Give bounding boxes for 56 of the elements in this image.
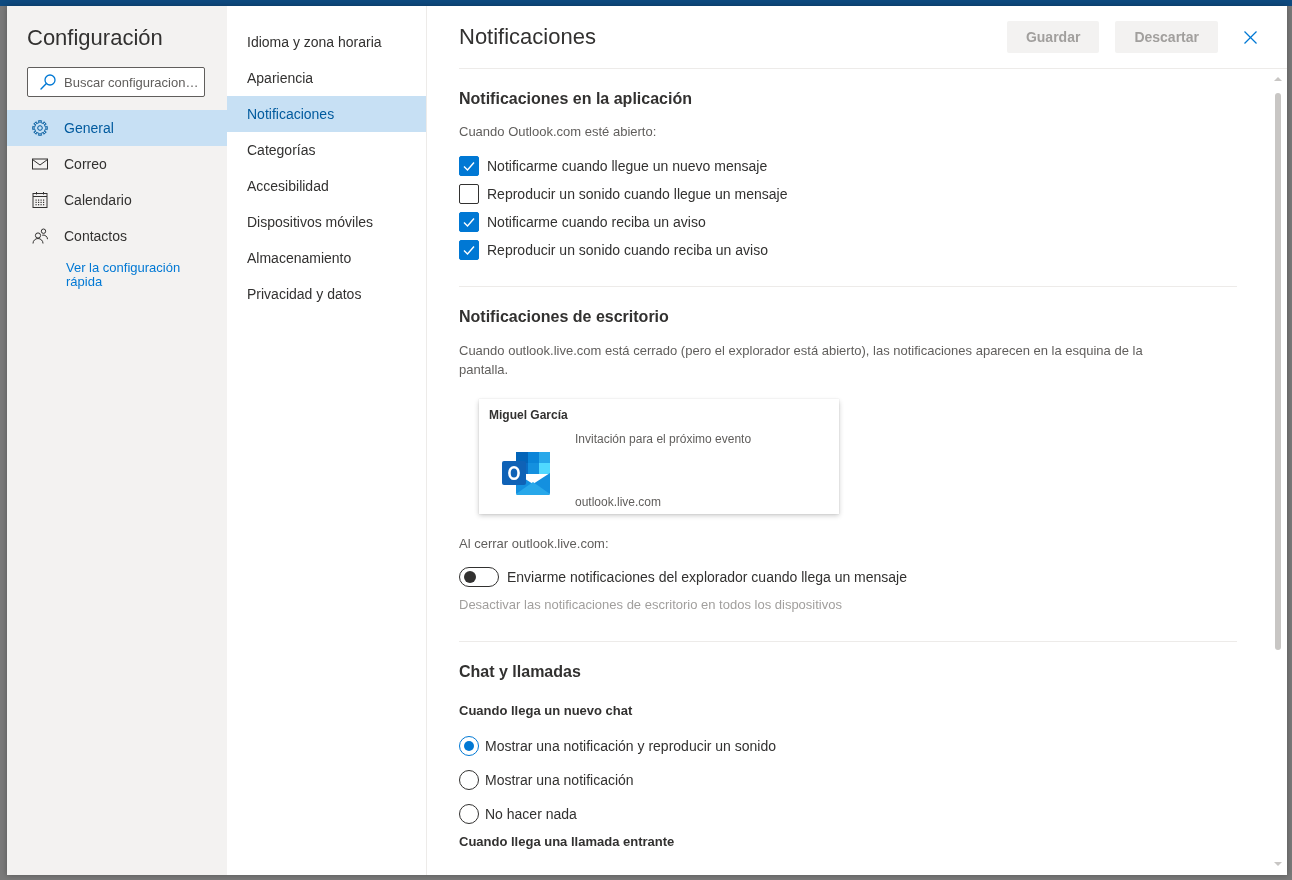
checkbox[interactable] [459, 240, 479, 260]
scroll-up-icon [1274, 77, 1282, 81]
radio-label[interactable]: No hacer nada [485, 806, 577, 822]
scrollbar-thumb[interactable] [1275, 93, 1281, 650]
category-nav-item[interactable]: Dispositivos móviles [227, 204, 426, 240]
sidebar-item[interactable]: Contactos [7, 218, 227, 254]
sidebar-item[interactable]: Correo [7, 146, 227, 182]
radio-button[interactable] [459, 736, 479, 756]
close-icon [1243, 30, 1257, 44]
group-heading: Cuando llega un nuevo chat [459, 702, 634, 720]
sender-name: Miguel García [489, 407, 569, 423]
checkmark-icon [463, 160, 475, 172]
radio-button[interactable] [459, 770, 479, 790]
checkmark-icon [463, 216, 475, 228]
category-nav-item[interactable]: Almacenamiento [227, 240, 426, 276]
toggle-label[interactable]: Enviarme notificaciones del explorador cuando llega un mensaje [507, 569, 908, 585]
search-field[interactable]: Buscar configuracion… [27, 67, 205, 97]
checkbox[interactable] [459, 156, 479, 176]
section-heading: Chat y llamadas [459, 662, 582, 682]
toggle-switch[interactable] [459, 567, 499, 587]
checkbox-label[interactable]: Reproducir un sonido cuando llegue un mensaje [487, 186, 788, 202]
scroll-down-icon [1274, 862, 1282, 866]
calendar-icon [32, 192, 48, 208]
radio-label[interactable]: Mostrar una notificación [485, 772, 634, 788]
category-nav-item[interactable]: Categorías [227, 132, 426, 168]
sidebar-item[interactable]: General [7, 110, 227, 146]
category-nav-item[interactable]: Idioma y zona horaria [227, 24, 426, 60]
section-description: Cuando outlook.live.com está cerrado (pero el explorador está abierto), las notificaciones aparecen en la esquina de la pantalla. [459, 342, 1144, 379]
checkbox[interactable] [459, 184, 479, 204]
notification-source: outlook.live.com [575, 494, 663, 510]
app-logo-icon [502, 452, 550, 495]
section-intro-text: Cuando Outlook.com esté abierto: [459, 123, 658, 141]
checkbox-label[interactable]: Notificarme cuando llegue un nuevo mensaje [487, 158, 768, 174]
checkbox-label[interactable]: Notificarme cuando reciba un aviso [487, 214, 706, 230]
category-nav-item[interactable]: Apariencia [227, 60, 426, 96]
category-nav-item[interactable]: Accesibilidad [227, 168, 426, 204]
gear-icon [32, 120, 48, 136]
sidebar-item[interactable]: Calendario [7, 182, 227, 218]
notification-message: Invitación para el próximo evento [575, 431, 753, 447]
radio-label[interactable]: Mostrar una notificación y reproducir un sonido [485, 738, 777, 754]
quick-settings-link[interactable]: Ver la configuración rápida [66, 261, 201, 289]
group-heading: Cuando llega una llamada entrante [459, 833, 676, 851]
checkbox[interactable] [459, 212, 479, 232]
panel-title: Notificaciones [459, 24, 597, 50]
envelope-icon [32, 156, 48, 172]
setting-label: Al cerrar outlook.live.com: [459, 535, 610, 553]
checkmark-icon [463, 244, 475, 256]
dialog-title: Configuración [27, 24, 164, 52]
people-icon [32, 228, 48, 244]
category-nav-item[interactable]: Privacidad y datos [227, 276, 426, 312]
radio-button[interactable] [459, 804, 479, 824]
checkbox-label[interactable]: Reproducir un sonido cuando reciba un aviso [487, 242, 768, 258]
category-nav-item[interactable]: Notificaciones [227, 96, 426, 132]
section-heading: Notificaciones de escritorio [459, 307, 670, 327]
search-icon [40, 74, 56, 90]
section-heading: Notificaciones en la aplicación [459, 89, 693, 109]
